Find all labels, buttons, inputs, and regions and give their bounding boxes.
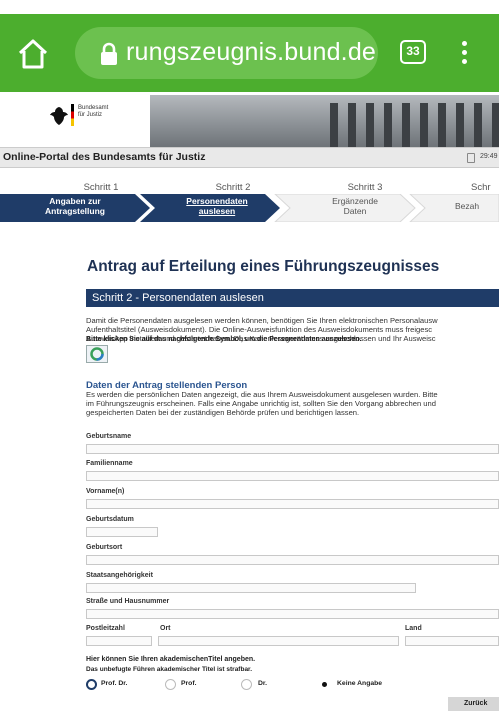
geburtsort-field[interactable] (86, 555, 499, 565)
step-4-label: Schr (471, 182, 491, 193)
strasse-field[interactable] (86, 609, 499, 619)
step-2-label: Schritt 2 (215, 182, 251, 193)
step-2-link[interactable]: Personendaten auslesen (162, 196, 272, 216)
radio-dr[interactable] (241, 679, 252, 690)
strasse-label: Straße und Hausnummer (86, 598, 170, 605)
geburtsname-field[interactable] (86, 444, 499, 454)
plz-field[interactable] (86, 636, 152, 646)
familienname-label: Familienname (86, 460, 133, 467)
radio-keine-angabe-label: Keine Angabe (337, 680, 383, 687)
lock-icon (101, 42, 117, 65)
radio-prof-label: Prof. (181, 680, 197, 687)
radio-prof-dr[interactable] (86, 679, 97, 690)
site-header: Bundesamt für Justiz (0, 92, 499, 147)
session-timer: 29:49 (480, 153, 498, 160)
menu-icon[interactable] (458, 38, 470, 70)
ort-label: Ort (160, 625, 171, 632)
back-button[interactable]: Zurück (448, 697, 499, 711)
step-3-link: Ergänzende Daten (332, 196, 378, 216)
plz-label: Postleitzahl (86, 625, 125, 632)
status-bar (0, 0, 499, 14)
timer-icon (467, 153, 475, 163)
step-navigation: Schritt 1 Schritt 2 Schritt 3 Schr Angab… (0, 168, 499, 228)
click-hint: Bitte klicken Sie auf das nachfolgende S… (86, 336, 362, 343)
ort-field[interactable] (158, 636, 399, 646)
url-text[interactable]: rungszeugnis.bund.de (126, 38, 376, 67)
land-field[interactable] (405, 636, 499, 646)
vornamen-field[interactable] (86, 499, 499, 509)
tab-switcher-button[interactable]: 33 (400, 40, 426, 64)
logo-text: Bundesamt für Justiz (78, 105, 109, 118)
step-1-label: Schritt 1 (83, 182, 119, 193)
step-4-link: Bezah (455, 201, 480, 211)
portal-title: Online-Portal des Bundesamts für Justiz (3, 151, 206, 163)
geburtsort-label: Geburtsort (86, 544, 123, 551)
radio-prof[interactable] (165, 679, 176, 690)
title-hint: Hier können Sie Ihren akademischenTitel … (86, 656, 256, 663)
staatsangehoerigkeit-label: Staatsangehörigkeit (86, 572, 153, 579)
portal-bar: Online-Portal des Bundesamts für Justiz … (0, 147, 499, 168)
eagle-logo-icon (50, 107, 68, 125)
step-3-label: Schritt 3 (347, 182, 383, 193)
radio-keine-angabe[interactable] (322, 682, 327, 687)
staatsangehoerigkeit-field[interactable] (86, 583, 416, 593)
browser-toolbar: rungszeugnis.bund.de 33 (0, 14, 499, 92)
geburtsname-label: Geburtsname (86, 433, 132, 440)
title-warning: Das unbefugte Führen akademischer Titel … (86, 666, 253, 673)
header-photo (150, 95, 499, 147)
familienname-field[interactable] (86, 471, 499, 481)
geburtsdatum-field[interactable] (86, 527, 158, 537)
refresh-icon (90, 347, 104, 361)
page-title: Antrag auf Erteilung eines Führungszeugn… (87, 258, 440, 275)
step-1-link[interactable]: Angaben zur Antragstellung (20, 196, 130, 216)
home-icon[interactable] (16, 38, 50, 70)
vornamen-label: Vorname(n) (86, 488, 125, 495)
person-data-description: Es werden die persönlichen Daten angezei… (86, 390, 438, 417)
flag-stripe (71, 104, 74, 126)
geburtsdatum-label: Geburtsdatum (86, 516, 134, 523)
radio-dr-label: Dr. (258, 680, 268, 687)
section-title: Schritt 2 - Personendaten auslesen (92, 292, 264, 304)
radio-prof-dr-label: Prof. Dr. (101, 680, 128, 687)
read-id-button[interactable] (86, 345, 108, 363)
land-label: Land (405, 625, 422, 632)
